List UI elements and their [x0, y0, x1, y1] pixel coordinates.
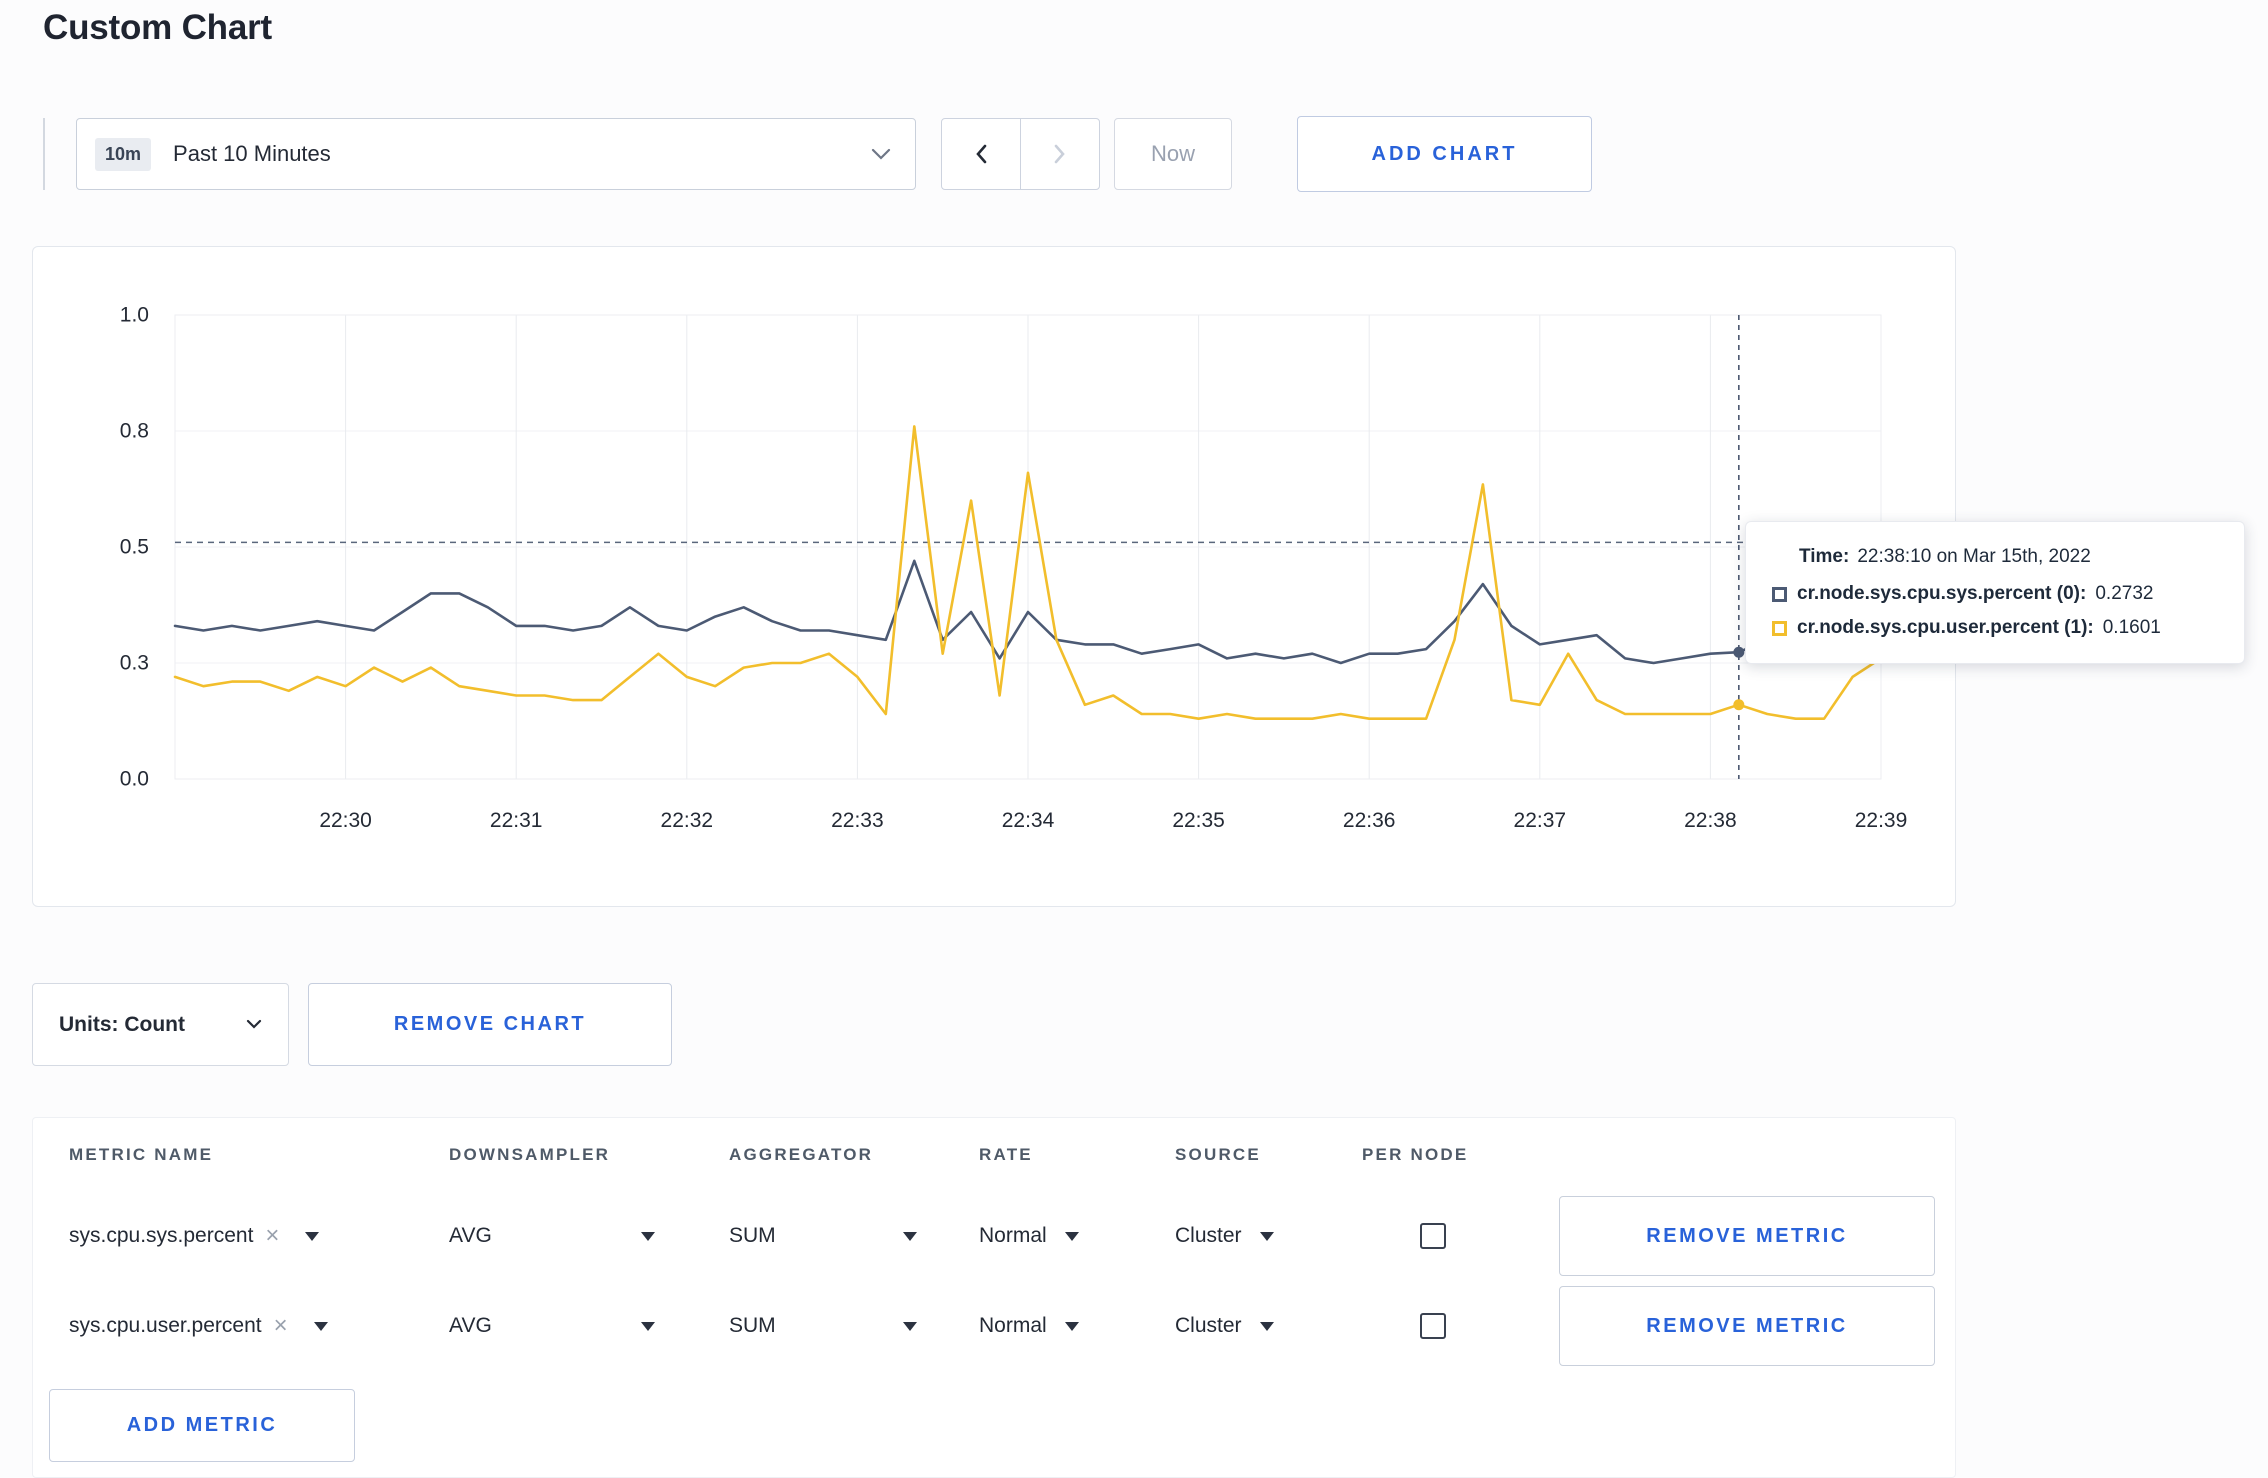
svg-text:1.0: 1.0 [120, 304, 149, 327]
downsampler-value: AVG [449, 1314, 492, 1337]
rate-value: Normal [979, 1224, 1047, 1247]
svg-text:0.8: 0.8 [120, 420, 149, 443]
svg-text:22:34: 22:34 [1002, 809, 1055, 832]
source-select[interactable]: Cluster [1175, 1224, 1274, 1248]
source-value: Cluster [1175, 1224, 1242, 1247]
chart-card: 0.0 0.3 0.5 0.8 1.0 22:30 22:31 22:32 22:33 22:34… [32, 246, 2245, 908]
series-sys-swatch-icon [1772, 586, 1787, 602]
caret-down-icon [903, 1231, 917, 1241]
rate-select[interactable]: Normal [979, 1224, 1079, 1248]
metrics-grid: METRIC NAME DOWNSAMPLER AGGREGATOR RATE … [33, 1118, 1955, 1371]
clear-metric-icon[interactable]: × [274, 1314, 288, 1338]
downsampler-select[interactable]: AVG [449, 1314, 655, 1338]
per-node-checkbox[interactable] [1420, 1313, 1446, 1339]
svg-text:0.0: 0.0 [120, 768, 149, 791]
tooltip-series-row: cr.node.sys.cpu.user.percent (1): 0.1601 [1772, 617, 2218, 639]
caret-down-icon [903, 1321, 917, 1331]
remove-metric-button[interactable]: REMOVE METRIC [1559, 1196, 1935, 1276]
svg-text:22:37: 22:37 [1514, 809, 1567, 832]
svg-text:22:36: 22:36 [1343, 809, 1396, 832]
metric-name-value: sys.cpu.sys.percent [69, 1224, 254, 1247]
aggregator-value: SUM [729, 1224, 776, 1247]
tooltip-series-name: cr.node.sys.cpu.sys.percent (0): [1797, 583, 2087, 604]
caret-down-icon [313, 1321, 328, 1331]
chevron-down-icon [871, 148, 891, 160]
svg-text:22:38: 22:38 [1684, 809, 1737, 832]
downsampler-select[interactable]: AVG [449, 1224, 655, 1248]
header-per-node: PER NODE [1362, 1144, 1469, 1164]
clear-metric-icon[interactable]: × [265, 1224, 279, 1248]
chart-controls-row: Units: Count REMOVE CHART [32, 983, 672, 1066]
metrics-header-row: METRIC NAME DOWNSAMPLER AGGREGATOR RATE … [69, 1118, 1955, 1191]
caret-down-icon [641, 1231, 655, 1241]
caret-down-icon [1259, 1321, 1274, 1331]
per-node-checkbox[interactable] [1420, 1223, 1446, 1249]
svg-text:22:31: 22:31 [490, 809, 543, 832]
header-aggregator: AGGREGATOR [729, 1144, 874, 1164]
remove-metric-button[interactable]: REMOVE METRIC [1559, 1286, 1935, 1366]
downsampler-value: AVG [449, 1224, 492, 1247]
tooltip-time-value: 22:38:10 on Mar 15th, 2022 [1857, 546, 2091, 567]
line-chart[interactable]: 0.0 0.3 0.5 0.8 1.0 22:30 22:31 22:32 22:33 22:34… [33, 247, 1957, 908]
svg-text:0.5: 0.5 [120, 536, 149, 559]
source-select[interactable]: Cluster [1175, 1314, 1274, 1338]
units-dropdown[interactable]: Units: Count [32, 983, 289, 1066]
caret-down-icon [1064, 1321, 1079, 1331]
aggregator-value: SUM [729, 1314, 776, 1337]
custom-chart-page: Custom Chart 10m Past 10 Minutes Now ADD… [0, 0, 2268, 1478]
toolbar: 10m Past 10 Minutes Now ADD CHART [43, 116, 1592, 192]
page-title: Custom Chart [43, 8, 272, 47]
time-range-badge: 10m [95, 137, 152, 171]
metric-name-select[interactable]: sys.cpu.sys.percent × [69, 1224, 320, 1248]
chevron-right-icon [1054, 144, 1065, 164]
tooltip-series-row: cr.node.sys.cpu.sys.percent (0): 0.2732 [1772, 583, 2218, 605]
tooltip-series-name: cr.node.sys.cpu.user.percent (1): [1797, 617, 2094, 638]
tooltip-time-label: Time: [1799, 546, 1850, 567]
add-metric-button[interactable]: ADD METRIC [49, 1389, 355, 1462]
next-time-button[interactable] [1020, 118, 1100, 190]
metrics-table: METRIC NAME DOWNSAMPLER AGGREGATOR RATE … [32, 1117, 1956, 1478]
metric-name-value: sys.cpu.user.percent [69, 1314, 262, 1337]
source-value: Cluster [1175, 1314, 1242, 1337]
aggregator-select[interactable]: SUM [729, 1314, 917, 1338]
time-range-label: Past 10 Minutes [173, 141, 331, 166]
series-user-swatch-icon [1772, 620, 1787, 636]
svg-text:0.3: 0.3 [120, 652, 149, 675]
time-range-selector[interactable]: 10m Past 10 Minutes [76, 118, 916, 190]
svg-text:22:39: 22:39 [1855, 809, 1908, 832]
time-pager [941, 118, 1100, 190]
tooltip-series-value: 0.2732 [2095, 583, 2154, 604]
svg-text:22:35: 22:35 [1172, 809, 1225, 832]
caret-down-icon [1259, 1231, 1274, 1241]
units-label: Units: Count [59, 1012, 185, 1036]
rate-value: Normal [979, 1314, 1047, 1337]
header-source: SOURCE [1175, 1144, 1261, 1164]
prev-time-button[interactable] [941, 118, 1021, 190]
header-rate: RATE [979, 1144, 1033, 1164]
aggregator-select[interactable]: SUM [729, 1224, 917, 1248]
metric-row: sys.cpu.user.percent × AVG SUM Normal Cl… [69, 1281, 1955, 1371]
svg-text:22:33: 22:33 [831, 809, 884, 832]
caret-down-icon [1064, 1231, 1079, 1241]
caret-down-icon [641, 1321, 655, 1331]
svg-text:22:30: 22:30 [319, 809, 372, 832]
header-downsampler: DOWNSAMPLER [449, 1144, 611, 1164]
now-button[interactable]: Now [1114, 118, 1232, 190]
add-chart-button[interactable]: ADD CHART [1297, 116, 1592, 192]
chart-tooltip: Time: 22:38:10 on Mar 15th, 2022 cr.node.… [1745, 521, 2245, 664]
tooltip-time-row: Time: 22:38:10 on Mar 15th, 2022 [1772, 546, 2218, 568]
metric-name-select[interactable]: sys.cpu.user.percent × [69, 1314, 328, 1338]
header-metric-name: METRIC NAME [69, 1144, 214, 1164]
metric-row: sys.cpu.sys.percent × AVG SUM Normal Clu… [69, 1191, 1955, 1281]
remove-chart-button[interactable]: REMOVE CHART [308, 983, 672, 1066]
toolbar-divider [43, 118, 45, 190]
svg-text:22:32: 22:32 [661, 809, 714, 832]
rate-select[interactable]: Normal [979, 1314, 1079, 1338]
chevron-down-icon [246, 1019, 262, 1029]
tooltip-series-value: 0.1601 [2102, 617, 2161, 638]
caret-down-icon [305, 1231, 320, 1241]
chevron-left-icon [976, 144, 987, 164]
